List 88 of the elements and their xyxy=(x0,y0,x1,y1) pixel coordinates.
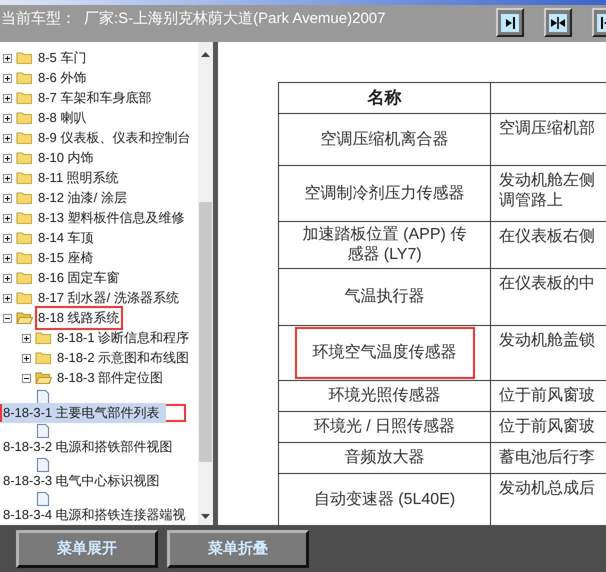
folder-icon xyxy=(16,131,33,145)
expand-icon[interactable] xyxy=(3,174,12,182)
page-icon xyxy=(37,390,49,404)
tree-item[interactable]: 8-13 塑料板件信息及维修 xyxy=(37,208,186,228)
tree-item[interactable]: 8-18-3-3 电气中心标识视图 xyxy=(2,471,166,491)
tree-item[interactable]: 8-15 座椅 xyxy=(37,248,95,268)
folder-icon xyxy=(16,91,33,105)
table-cell-text: 发动机舱左侧调管路上 xyxy=(499,171,596,211)
tree-item[interactable]: 8-16 固定车窗 xyxy=(37,268,121,288)
tree-item[interactable]: 8-18 线路系统 xyxy=(37,308,121,328)
scroll-thumb[interactable] xyxy=(199,202,212,462)
table-cell-text: 蓄电池后行李 xyxy=(499,448,596,468)
expand-right-button[interactable] xyxy=(496,8,524,37)
tree-item[interactable]: 8-11 照明系统 xyxy=(37,168,120,188)
expand-icon[interactable] xyxy=(3,134,12,142)
table-cell: 空调制冷剂压力传感器 xyxy=(304,184,464,204)
table-cell-text: 在仪表板右侧 xyxy=(499,227,596,247)
tree-item[interactable]: 8-7 车架和车身底部 xyxy=(37,88,152,108)
table-cell: 气温执行器 xyxy=(344,287,424,307)
folder-icon xyxy=(16,271,33,285)
tree-item[interactable]: 8-18-1 诊断信息和程序 xyxy=(56,328,190,348)
table-cell: 环境光照传感器 xyxy=(328,386,440,406)
expand-icon[interactable] xyxy=(3,214,12,222)
collapse-icon[interactable] xyxy=(22,374,31,382)
tree-item[interactable]: 8-8 喇叭 xyxy=(37,108,88,128)
table-cell: 音频放大器 xyxy=(344,448,424,468)
scrollbar[interactable] xyxy=(198,42,213,525)
collapse-icon[interactable] xyxy=(3,314,12,322)
tree-item[interactable]: 8-14 车顶 xyxy=(37,228,95,248)
table-cell-text: 位于前风窗玻 xyxy=(499,417,596,437)
table-cell: 空调压缩机离合器 xyxy=(320,130,448,150)
tree-item[interactable]: 8-18-2 示意图和布线图 xyxy=(56,348,190,368)
folder-icon xyxy=(16,71,33,85)
expand-icon[interactable] xyxy=(22,354,31,362)
folder-icon xyxy=(16,291,33,305)
folder-icon xyxy=(16,111,33,125)
arrow-right-icon xyxy=(501,14,519,32)
tree-item[interactable]: 8-6 外饰 xyxy=(37,68,88,88)
expand-icon[interactable] xyxy=(3,154,12,162)
folder-icon xyxy=(16,191,33,205)
folder-icon xyxy=(35,351,52,365)
page-icon xyxy=(37,458,49,472)
folder-icon xyxy=(16,51,33,65)
model-name: 厂家:S-上海别克林荫大道(Park Avemue)2007 xyxy=(84,9,386,29)
table-cell-text: 空调压缩机部 xyxy=(499,119,596,139)
expand-icon[interactable] xyxy=(22,334,31,342)
table-cell-text: 在仪表板的中 xyxy=(499,274,596,294)
open-folder-icon xyxy=(35,371,52,385)
split-button[interactable] xyxy=(544,8,572,37)
column-header: 名称 xyxy=(278,82,490,114)
tree-item[interactable]: 8-18-3-2 电源和搭铁部件视图 xyxy=(2,437,179,457)
table-cell-text: 位于前风窗玻 xyxy=(499,386,596,406)
table-cell: 环境空气温度传感器 xyxy=(296,329,472,377)
tree-item[interactable]: 8-18-3-4 电源和搭铁连接器端视 xyxy=(2,505,192,525)
expand-icon[interactable] xyxy=(3,74,12,82)
page-icon xyxy=(37,424,49,438)
model-label: 当前车型： xyxy=(1,9,76,29)
folder-icon xyxy=(16,171,33,185)
table-cell: 环境光 / 日照传感器 xyxy=(314,417,456,437)
folder-icon xyxy=(16,231,33,245)
expand-icon[interactable] xyxy=(3,194,12,202)
tree-item[interactable]: 8-12 油漆/ 涂层 xyxy=(37,188,128,208)
tree-item[interactable]: 8-5 车门 xyxy=(37,48,88,68)
expand-icon[interactable] xyxy=(3,234,12,242)
tree-item[interactable]: 8-10 内饰 xyxy=(37,148,95,168)
tree-item[interactable]: 8-9 仪表板、仪表和控制台 xyxy=(37,128,192,148)
folder-icon xyxy=(16,211,33,225)
folder-icon xyxy=(35,331,52,345)
folder-icon xyxy=(16,151,33,165)
scroll-down-icon[interactable] xyxy=(201,514,210,519)
table-cell: 自动变速器 (5L40E) xyxy=(314,490,456,510)
page-icon xyxy=(37,492,49,506)
tree-item[interactable]: 8-18-3 部件定位图 xyxy=(56,368,164,388)
table-cell-text: 发动机舱盖锁 xyxy=(499,331,596,351)
folder-icon xyxy=(16,251,33,265)
table-cell-text: 发动机总成后 xyxy=(499,479,596,499)
expand-icon[interactable] xyxy=(3,54,12,62)
scroll-up-icon[interactable] xyxy=(201,52,210,57)
open-folder-icon xyxy=(16,311,33,325)
table-cell-text: 加速踏板位置 (APP) 传感器 (LY7) xyxy=(302,225,468,265)
tree-item[interactable]: 8-18-3-1 主要电气部件列表 xyxy=(2,403,166,423)
expand-icon[interactable] xyxy=(3,94,12,102)
expand-icon[interactable] xyxy=(3,114,12,122)
expand-icon[interactable] xyxy=(3,294,12,302)
expand-icon[interactable] xyxy=(3,254,12,262)
tree-item[interactable]: 8-17 刮水器/ 洗涤器系统 xyxy=(37,288,180,308)
expand-icon[interactable] xyxy=(3,274,12,282)
arrows-inward-icon xyxy=(549,14,567,32)
